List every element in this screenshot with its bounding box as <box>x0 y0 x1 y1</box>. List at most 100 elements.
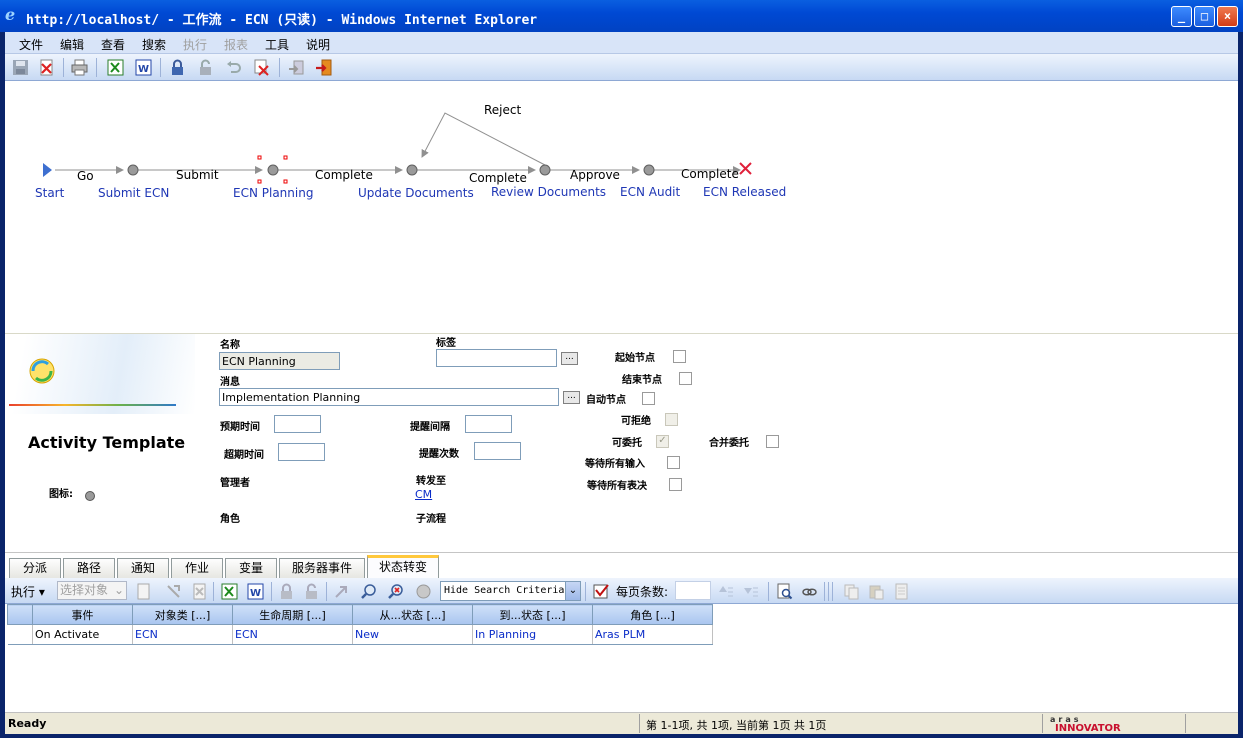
tab-notifications[interactable]: 通知 <box>117 558 169 579</box>
wait-all-inputs-checkbox[interactable] <box>667 456 680 469</box>
cell-from-state[interactable]: New <box>352 624 473 645</box>
escalate-to-link[interactable]: CM <box>415 488 432 501</box>
wait-all-votes-checkbox[interactable] <box>669 478 682 491</box>
can-refuse-checkbox[interactable] <box>665 413 678 426</box>
ecn-released-end-icon[interactable] <box>739 162 752 175</box>
new-row-icon[interactable] <box>135 583 152 600</box>
minimize-button[interactable]: _ <box>1171 6 1192 27</box>
pick-item-icon[interactable] <box>165 583 182 600</box>
grid-excel-icon[interactable] <box>221 583 238 600</box>
column-header-role[interactable]: 角色 [...] <box>592 604 713 625</box>
reminder-interval-field[interactable] <box>465 415 512 433</box>
close-window-button[interactable]: × <box>1217 6 1238 27</box>
page-size-checkbox-icon[interactable] <box>593 583 610 600</box>
merge-delegate-checkbox[interactable] <box>766 435 779 448</box>
delete-icon[interactable] <box>253 59 270 76</box>
grid-unlock-icon[interactable] <box>303 583 320 600</box>
tag-lookup-button[interactable]: ... <box>561 352 578 365</box>
cell-to-state[interactable]: In Planning <box>472 624 593 645</box>
menu-reports[interactable]: 报表 <box>224 36 248 53</box>
message-field[interactable] <box>219 388 559 406</box>
column-header-lifecycle[interactable]: 生命周期 [...] <box>232 604 353 625</box>
auto-node-checkbox[interactable] <box>642 392 655 405</box>
path-reject[interactable] <box>421 112 546 166</box>
ecn-audit-node-icon[interactable] <box>643 164 655 176</box>
paste-icon[interactable] <box>868 583 885 600</box>
cell-lifecycle[interactable]: ECN <box>232 624 353 645</box>
close-doc-icon[interactable] <box>38 59 55 76</box>
view-item-icon[interactable] <box>776 583 793 600</box>
start-node-checkbox[interactable] <box>673 350 686 363</box>
menu-help[interactable]: 说明 <box>306 36 330 53</box>
stop-search-icon[interactable] <box>415 583 432 600</box>
cell-role[interactable]: Aras PLM <box>592 624 713 645</box>
row-selector[interactable] <box>7 624 33 645</box>
tab-variables[interactable]: 变量 <box>225 558 277 579</box>
overdue-time-field[interactable] <box>278 443 325 461</box>
from-state-link[interactable]: New <box>355 628 379 641</box>
node-label-submit-ecn[interactable]: Submit ECN <box>98 186 169 200</box>
review-documents-node-icon[interactable] <box>539 164 551 176</box>
excel-icon[interactable] <box>107 59 124 76</box>
menu-file[interactable]: 文件 <box>19 36 43 53</box>
lifecycle-link[interactable]: ECN <box>235 628 258 641</box>
copy-icon[interactable] <box>843 583 860 600</box>
clear-search-icon[interactable] <box>387 583 404 600</box>
tab-state-transitions[interactable]: 状态转变 <box>367 555 439 579</box>
search-mode-dropdown[interactable]: Hide Search Criteria <box>440 581 581 601</box>
page-up-icon[interactable] <box>717 583 734 600</box>
maximize-button[interactable]: □ <box>1194 6 1215 27</box>
menu-edit[interactable]: 编辑 <box>60 36 84 53</box>
word-icon[interactable]: W <box>135 59 152 76</box>
column-header-itemtype[interactable]: 对象类 [...] <box>132 604 233 625</box>
tag-field[interactable] <box>436 349 557 367</box>
print-icon[interactable] <box>71 59 88 76</box>
itemtype-link[interactable]: ECN <box>135 628 158 641</box>
grid-lock-icon[interactable] <box>278 583 295 600</box>
menu-tools[interactable]: 工具 <box>265 36 289 53</box>
promote-icon[interactable] <box>288 59 305 76</box>
column-header-from-state[interactable]: 从...状态 [...] <box>352 604 473 625</box>
reminder-count-field[interactable] <box>474 442 521 460</box>
menu-view[interactable]: 查看 <box>101 36 125 53</box>
node-label-start[interactable]: Start <box>35 186 64 200</box>
exit-icon[interactable] <box>315 59 332 76</box>
column-header-event[interactable]: 事件 <box>32 604 133 625</box>
tab-assignments[interactable]: 分派 <box>9 558 61 579</box>
message-lookup-button[interactable]: ... <box>563 391 580 404</box>
menu-search[interactable]: 搜索 <box>142 36 166 53</box>
node-label-ecn-audit[interactable]: ECN Audit <box>620 185 680 199</box>
ecn-planning-node-icon[interactable] <box>267 164 279 176</box>
start-node-icon[interactable] <box>43 163 52 177</box>
grid-word-icon[interactable]: W <box>247 583 264 600</box>
page-down-icon[interactable] <box>742 583 759 600</box>
execute-menu[interactable]: 执行 ▾ <box>11 583 45 600</box>
cell-itemtype[interactable]: ECN <box>132 624 233 645</box>
end-node-checkbox[interactable] <box>679 372 692 385</box>
chevron-down-icon[interactable]: ⌄ <box>565 582 580 600</box>
page-size-field[interactable] <box>675 581 711 600</box>
menu-execute[interactable]: 执行 <box>183 36 207 53</box>
update-documents-node-icon[interactable] <box>406 164 418 176</box>
cell-event[interactable]: On Activate <box>32 624 133 645</box>
tab-paths[interactable]: 路径 <box>63 558 115 579</box>
column-header-to-state[interactable]: 到...状态 [...] <box>472 604 593 625</box>
undo-icon[interactable] <box>225 59 242 76</box>
node-label-ecn-planning[interactable]: ECN Planning <box>233 186 313 200</box>
node-label-review-documents[interactable]: Review Documents <box>491 185 606 199</box>
expected-time-field[interactable] <box>274 415 321 433</box>
table-row[interactable]: On Activate ECN ECN New In Planning Aras… <box>7 624 713 645</box>
save-icon[interactable] <box>12 59 29 76</box>
tab-tasks[interactable]: 作业 <box>171 558 223 579</box>
role-link[interactable]: Aras PLM <box>595 628 645 641</box>
unlock-icon[interactable] <box>197 59 214 76</box>
submit-ecn-node-icon[interactable] <box>127 164 139 176</box>
link-icon[interactable] <box>801 583 818 600</box>
lock-icon[interactable] <box>169 59 186 76</box>
node-label-ecn-released[interactable]: ECN Released <box>703 185 786 199</box>
to-state-link[interactable]: In Planning <box>475 628 536 641</box>
select-object-dropdown[interactable]: 选择对象 ⌄ <box>57 581 127 600</box>
tab-server-events[interactable]: 服务器事件 <box>279 558 365 579</box>
name-field[interactable] <box>219 352 340 370</box>
search-icon[interactable] <box>360 583 377 600</box>
